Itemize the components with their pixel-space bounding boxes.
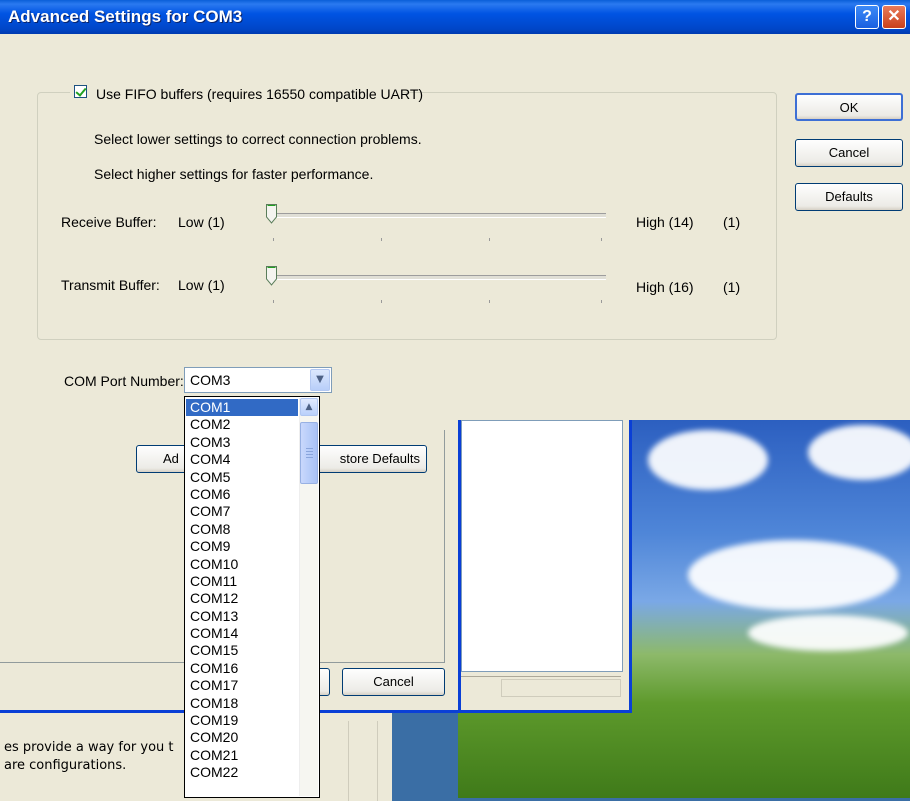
hint-higher: Select higher settings for faster perfor…: [94, 166, 374, 182]
transmit-value: (1): [723, 279, 741, 295]
help-icon[interactable]: ?: [855, 5, 879, 29]
com-port-option[interactable]: COM8: [186, 521, 298, 538]
com-port-option[interactable]: COM10: [186, 556, 298, 573]
com-port-option[interactable]: COM21: [186, 747, 298, 764]
com-port-option[interactable]: COM22: [186, 764, 298, 781]
slider-tick: [601, 238, 602, 241]
slider-tick: [381, 238, 382, 241]
scroll-up-icon[interactable]: ▲: [300, 398, 318, 416]
grip-icon: [306, 454, 313, 455]
cloud: [648, 430, 768, 490]
scrollbar-thumb[interactable]: [300, 422, 318, 484]
advanced-settings-dialog: Advanced Settings for COM3 ? ✕ Use FIFO …: [0, 0, 910, 420]
fifo-checkbox-label[interactable]: Use FIFO buffers (requires 16550 compati…: [96, 86, 423, 102]
com-port-option[interactable]: COM4: [186, 451, 298, 468]
fifo-checkbox[interactable]: [74, 85, 87, 98]
com-port-option[interactable]: COM18: [186, 695, 298, 712]
background-list-area: [461, 420, 623, 672]
close-icon[interactable]: ✕: [882, 5, 906, 29]
slider-tick: [273, 300, 274, 303]
com-port-option[interactable]: COM6: [186, 486, 298, 503]
defaults-button[interactable]: Defaults: [795, 183, 903, 211]
background-cancel-button[interactable]: Cancel: [342, 668, 445, 696]
com-port-option[interactable]: COM16: [186, 660, 298, 677]
grip-icon: [306, 448, 313, 449]
transmit-high-label: High (16): [636, 279, 694, 295]
com-port-option[interactable]: COM5: [186, 469, 298, 486]
fifo-checkbox-row[interactable]: Use FIFO buffers (requires 16550 compati…: [70, 83, 423, 103]
com-port-options: COM1 COM2 COM3 COM4 COM5 COM6 COM7 COM8 COM9 COM1…: [186, 399, 298, 782]
background-divider: [348, 721, 378, 801]
restore-defaults-button[interactable]: store Defaults: [316, 445, 427, 473]
receive-value: (1): [723, 214, 741, 230]
com-port-option[interactable]: COM11: [186, 573, 298, 590]
receive-buffer-slider[interactable]: [266, 204, 277, 224]
cloud: [808, 425, 910, 480]
slider-tick: [601, 300, 602, 303]
transmit-buffer-label: Transmit Buffer:: [61, 277, 160, 293]
receive-buffer-label: Receive Buffer:: [61, 214, 157, 230]
com-port-option[interactable]: COM3: [186, 434, 298, 451]
com-port-option[interactable]: COM19: [186, 712, 298, 729]
window-title: Advanced Settings for COM3: [8, 7, 243, 26]
com-port-option[interactable]: COM7: [186, 503, 298, 520]
com-port-dropdown[interactable]: COM1 COM2 COM3 COM4 COM5 COM6 COM7 COM8 COM9 COM1…: [184, 396, 320, 798]
background-text-line: es provide a way for you t: [4, 740, 174, 755]
chevron-down-icon[interactable]: ▼: [310, 369, 330, 391]
receive-high-label: High (14): [636, 214, 694, 230]
background-window-2: [458, 420, 632, 713]
transmit-buffer-track: [268, 275, 606, 280]
grip-icon: [306, 457, 313, 458]
com-port-select[interactable]: COM3 ▼: [184, 367, 332, 393]
cloud: [748, 615, 908, 651]
com-port-value: COM3: [190, 372, 231, 388]
slider-tick: [489, 300, 490, 303]
com-port-option[interactable]: COM17: [186, 677, 298, 694]
com-port-option[interactable]: COM2: [186, 416, 298, 433]
slider-tick: [381, 300, 382, 303]
hint-lower: Select lower settings to correct connect…: [94, 131, 422, 147]
com-port-option[interactable]: COM13: [186, 608, 298, 625]
com-port-option[interactable]: COM9: [186, 538, 298, 555]
slider-tick: [273, 238, 274, 241]
cloud: [688, 540, 898, 610]
transmit-buffer-slider[interactable]: [266, 266, 277, 286]
receive-low-label: Low (1): [178, 214, 225, 230]
com-port-label: COM Port Number:: [64, 373, 184, 389]
com-port-option[interactable]: COM14: [186, 625, 298, 642]
com-port-option[interactable]: COM1: [186, 399, 298, 417]
ok-button[interactable]: OK: [795, 93, 903, 121]
transmit-low-label: Low (1): [178, 277, 225, 293]
grip-icon: [306, 451, 313, 452]
title-bar: Advanced Settings for COM3 ? ✕: [0, 0, 910, 34]
slider-tick: [489, 238, 490, 241]
com-port-option[interactable]: COM20: [186, 729, 298, 746]
com-port-option[interactable]: COM12: [186, 590, 298, 607]
dropdown-scrollbar[interactable]: ▲: [299, 398, 318, 796]
status-bar: [461, 676, 621, 699]
com-port-option[interactable]: COM15: [186, 642, 298, 659]
cancel-button[interactable]: Cancel: [795, 139, 903, 167]
background-text-line: are configurations.: [4, 758, 127, 773]
status-bar-cell: [501, 679, 621, 697]
receive-buffer-track: [268, 213, 606, 218]
